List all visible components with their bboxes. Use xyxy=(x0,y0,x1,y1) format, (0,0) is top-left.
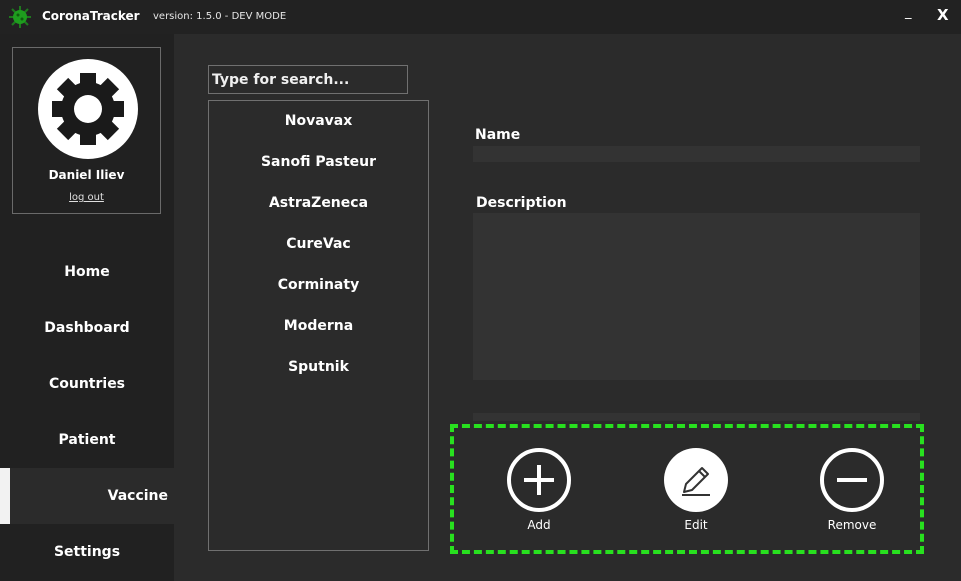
plus-circle-icon xyxy=(507,448,571,512)
app-title: CoronaTracker xyxy=(42,9,140,23)
edit-label: Edit xyxy=(684,518,708,532)
profile-card: Daniel Iliev log out xyxy=(12,47,161,214)
nav-item-countries[interactable]: Countries xyxy=(0,356,174,412)
action-panel: Add Edit Remove xyxy=(450,424,924,554)
remove-button[interactable]: Remove xyxy=(807,448,897,532)
add-button[interactable]: Add xyxy=(494,448,584,532)
list-item[interactable]: Moderna xyxy=(209,313,428,339)
app-version: version: 1.5.0 - DEV MODE xyxy=(153,11,287,22)
avatar xyxy=(38,59,138,159)
list-item[interactable]: Corminaty xyxy=(209,272,428,298)
name-label: Name xyxy=(475,127,521,143)
nav-item-vaccine[interactable]: Vaccine xyxy=(0,468,174,524)
list-item[interactable]: CureVac xyxy=(209,231,428,257)
virus-icon xyxy=(9,6,31,28)
add-label: Add xyxy=(527,518,551,532)
search-input[interactable] xyxy=(208,65,408,94)
minus-circle-icon xyxy=(820,448,884,512)
remove-label: Remove xyxy=(827,518,877,532)
pencil-icon xyxy=(664,448,728,512)
gear-icon xyxy=(52,73,124,145)
nav-item-settings[interactable]: Settings xyxy=(0,524,174,580)
nav-item-patient[interactable]: Patient xyxy=(0,412,174,468)
list-item[interactable]: Novavax xyxy=(209,108,428,134)
divider xyxy=(473,413,920,421)
list-item[interactable]: Sanofi Pasteur xyxy=(209,149,428,175)
vaccine-list[interactable]: Novavax Sanofi Pasteur AstraZeneca CureV… xyxy=(208,100,429,551)
title-bar: CoronaTracker version: 1.5.0 - DEV MODE … xyxy=(0,0,961,34)
list-item[interactable]: AstraZeneca xyxy=(209,190,428,216)
close-button[interactable]: X xyxy=(937,6,949,24)
description-label: Description xyxy=(476,195,567,211)
app-window: CoronaTracker version: 1.5.0 - DEV MODE … xyxy=(0,0,961,581)
nav-item-home[interactable]: Home xyxy=(0,244,174,300)
description-field[interactable] xyxy=(473,213,920,380)
name-field[interactable] xyxy=(473,146,920,162)
edit-button[interactable]: Edit xyxy=(651,448,741,532)
user-name: Daniel Iliev xyxy=(48,168,125,182)
logout-link[interactable]: log out xyxy=(13,192,160,203)
sidebar: Daniel Iliev log out Home Dashboard Coun… xyxy=(0,34,174,581)
nav-item-dashboard[interactable]: Dashboard xyxy=(0,300,174,356)
list-item[interactable]: Sputnik xyxy=(209,354,428,380)
minimize-button[interactable]: _ xyxy=(905,5,912,20)
